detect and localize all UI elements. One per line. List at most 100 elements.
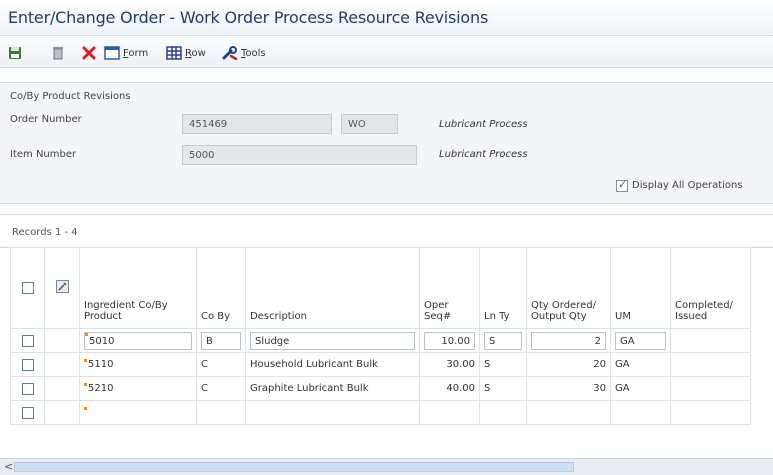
col-coby[interactable]: Co By — [196, 247, 246, 329]
description-cell[interactable] — [245, 400, 420, 425]
ingredient-cell[interactable]: 5110 — [79, 352, 197, 377]
row-exit-header[interactable] — [44, 247, 80, 329]
ln-ty-cell[interactable]: S — [479, 376, 527, 401]
row-menu-label: ow — [191, 47, 206, 59]
order-type-field[interactable]: WO — [341, 114, 398, 134]
ln-ty-input[interactable]: S — [484, 331, 522, 350]
ingredient-cell[interactable]: 5010 — [79, 328, 197, 353]
oper-seq-input[interactable]: 10.00 — [424, 331, 475, 350]
ingredient-value: 5010 — [89, 335, 115, 347]
scrollbar-thumb[interactable] — [14, 462, 574, 472]
col-description[interactable]: Description — [245, 247, 420, 329]
col-completed[interactable]: Completed/ Issued — [670, 247, 751, 329]
qty-input[interactable]: 2 — [531, 331, 606, 350]
order-number-field[interactable]: 451469 — [182, 114, 332, 134]
oper-seq-cell[interactable]: 30.00 — [419, 352, 480, 377]
ingredient-value: 5110 — [88, 359, 114, 370]
display-all-operations-label: Display All Operations — [632, 180, 743, 191]
grid-header-row: Ingredient Co/By Product Co By Descripti… — [10, 247, 751, 329]
item-number-field[interactable]: 5000 — [182, 145, 417, 165]
order-description: Lubricant Process — [439, 119, 528, 130]
save-icon — [9, 47, 21, 59]
qty-cell[interactable]: 30 — [526, 376, 611, 401]
tools-menu[interactable]: Tools — [222, 44, 266, 62]
form-menu[interactable]: Form — [104, 44, 148, 62]
ingredient-input[interactable]: 5010 — [84, 331, 192, 350]
qty-cell[interactable]: 2 — [526, 328, 611, 353]
coby-input[interactable]: B — [201, 331, 241, 350]
coby-cell[interactable]: B — [196, 328, 246, 353]
records-count: Records 1 - 4 — [12, 227, 78, 238]
um-cell[interactable] — [610, 400, 671, 425]
row-select-cell[interactable] — [10, 352, 45, 377]
resource-grid: Ingredient Co/By Product Co By Descripti… — [10, 247, 751, 425]
section-title: Co/By Product Revisions — [10, 91, 131, 102]
ingredient-value: 5210 — [88, 383, 114, 394]
table-row[interactable]: 5210 C Graphite Lubricant Bulk 40.00 S 3… — [10, 376, 751, 401]
qty-cell[interactable] — [526, 400, 611, 425]
um-cell[interactable]: GA — [610, 376, 671, 401]
row-select-cell[interactable] — [10, 376, 45, 401]
qty-cell[interactable]: 20 — [526, 352, 611, 377]
description-cell[interactable]: Sludge — [245, 328, 420, 353]
description-input[interactable]: Sludge — [250, 331, 415, 350]
grid-options-icon[interactable] — [55, 280, 69, 293]
row-select-cell[interactable] — [10, 328, 45, 353]
col-oper-seq[interactable]: Oper Seq# — [419, 247, 480, 329]
row-select-cell[interactable] — [10, 400, 45, 425]
row-exit-cell — [44, 376, 80, 401]
select-all-checkbox[interactable] — [21, 282, 34, 294]
required-marker — [84, 383, 87, 386]
col-ln-ty[interactable]: Ln Ty — [479, 247, 527, 329]
oper-seq-cell[interactable] — [419, 400, 480, 425]
scroll-left-icon[interactable]: < — [4, 460, 13, 473]
completed-cell[interactable] — [670, 352, 751, 377]
table-row[interactable] — [10, 400, 751, 425]
toolbar: Form Row Tools — [0, 36, 773, 68]
col-qty[interactable]: Qty Ordered/ Output Qty — [526, 247, 611, 329]
select-all-header[interactable] — [10, 247, 45, 329]
required-marker — [84, 359, 87, 362]
close-icon — [82, 46, 96, 60]
row-icon — [166, 46, 182, 60]
description-cell[interactable]: Household Lubricant Bulk — [245, 352, 420, 377]
grid-panel: Records 1 - 4 Ingredient Co/By Product C… — [0, 214, 773, 475]
window-title: Enter/Change Order - Work Order Process … — [8, 8, 489, 27]
description-cell[interactable]: Graphite Lubricant Bulk — [245, 376, 420, 401]
ln-ty-cell[interactable] — [479, 400, 527, 425]
um-cell[interactable]: GA — [610, 328, 671, 353]
table-row[interactable]: 5110 C Household Lubricant Bulk 30.00 S … — [10, 352, 751, 377]
cancel-button[interactable] — [82, 44, 96, 62]
table-row[interactable]: 5010 B Sludge 10.00 S 2 GA — [10, 328, 751, 353]
row-checkbox[interactable] — [21, 334, 34, 347]
ingredient-cell[interactable] — [79, 400, 197, 425]
form-menu-label: orm — [128, 47, 149, 59]
required-marker — [85, 332, 88, 336]
row-checkbox[interactable] — [21, 406, 34, 419]
order-number-label: Order Number — [10, 114, 82, 125]
coby-cell[interactable]: C — [196, 376, 246, 401]
item-description: Lubricant Process — [439, 149, 528, 160]
completed-cell[interactable] — [670, 400, 751, 425]
col-ingredient[interactable]: Ingredient Co/By Product — [79, 247, 197, 329]
ingredient-cell[interactable]: 5210 — [79, 376, 197, 401]
completed-cell[interactable] — [670, 376, 751, 401]
row-checkbox[interactable] — [21, 358, 34, 371]
row-checkbox[interactable] — [21, 382, 34, 395]
coby-cell[interactable]: C — [196, 352, 246, 377]
save-button[interactable] — [8, 44, 22, 62]
row-menu[interactable]: Row — [166, 44, 206, 62]
ln-ty-cell[interactable]: S — [479, 352, 527, 377]
trash-icon — [53, 47, 63, 60]
delete-button[interactable] — [52, 44, 64, 62]
col-um[interactable]: UM — [610, 247, 671, 329]
oper-seq-cell[interactable]: 10.00 — [419, 328, 480, 353]
display-all-operations-checkbox[interactable] — [616, 178, 628, 192]
um-cell[interactable]: GA — [610, 352, 671, 377]
oper-seq-cell[interactable]: 40.00 — [419, 376, 480, 401]
completed-cell[interactable] — [670, 328, 751, 353]
um-input[interactable]: GA — [615, 331, 666, 350]
coby-cell[interactable] — [196, 400, 246, 425]
ln-ty-cell[interactable]: S — [479, 328, 527, 353]
horizontal-scrollbar[interactable]: < — [0, 458, 773, 475]
